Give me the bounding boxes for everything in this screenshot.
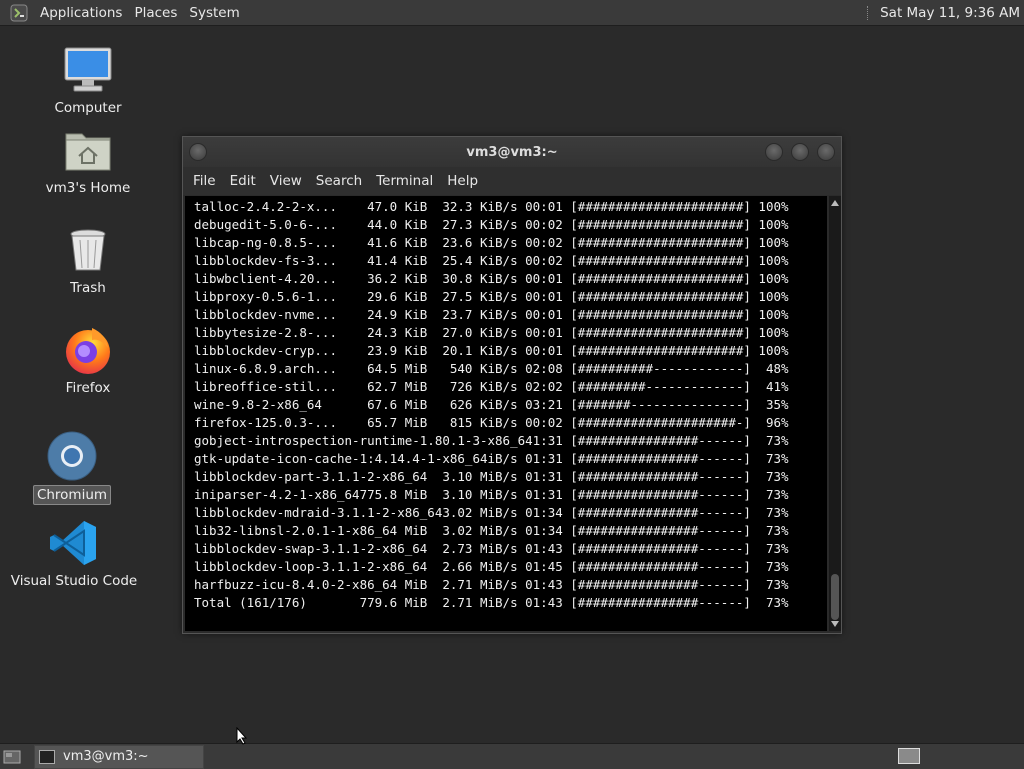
taskbar-button-label: vm3@vm3:~ — [63, 749, 149, 764]
menu-edit[interactable]: Edit — [223, 173, 263, 189]
top-panel: Applications Places System Sat May 11, 9… — [0, 0, 1024, 26]
desktop-icon-vscode[interactable]: Visual Studio Code — [11, 517, 137, 590]
scroll-thumb[interactable] — [831, 574, 839, 620]
terminal-line: talloc-2.4.2-2-x... 47.0 KiB 32.3 KiB/s … — [194, 199, 789, 214]
desktop-icon-label: Trash — [70, 280, 106, 296]
terminal-line: gtk-update-icon-cache-1:4.14.4-1-x86_64i… — [194, 451, 789, 466]
menu-view[interactable]: View — [263, 173, 309, 189]
desktop-icon-chromium[interactable]: Chromium — [17, 430, 127, 505]
places-menu[interactable]: Places — [128, 5, 183, 21]
terminal-line: libblockdev-part-3.1.1-2-x86_64 3.10 MiB… — [194, 469, 789, 484]
terminal-line: firefox-125.0.3-... 65.7 MiB 815 KiB/s 0… — [194, 415, 789, 430]
applications-logo-icon[interactable] — [8, 2, 30, 24]
vscode-icon — [48, 517, 100, 569]
desktop-icon-firefox[interactable]: Firefox — [33, 324, 143, 397]
desktop-icon-home[interactable]: vm3's Home — [33, 124, 143, 197]
terminal-line: lib32-libnsl-2.0.1-1-x86_64 MiB 3.02 MiB… — [194, 523, 789, 538]
trash-icon — [62, 224, 114, 276]
menu-terminal[interactable]: Terminal — [369, 173, 440, 189]
menu-file[interactable]: File — [187, 173, 223, 189]
terminal-line: libcap-ng-0.8.5-... 41.6 KiB 23.6 KiB/s … — [194, 235, 789, 250]
terminal-line: Total (161/176) 779.6 MiB 2.71 MiB/s 01:… — [194, 595, 789, 610]
terminal-line: libblockdev-swap-3.1.1-2-x86_64 2.73 MiB… — [194, 541, 789, 556]
close-button[interactable] — [817, 143, 835, 161]
workspace-switcher[interactable] — [898, 748, 920, 764]
terminal-menubar: File Edit View Search Terminal Help — [183, 167, 841, 195]
clock[interactable]: Sat May 11, 9:36 AM — [880, 5, 1024, 21]
desktop-icon-label: Chromium — [32, 485, 112, 505]
system-menu[interactable]: System — [183, 5, 245, 21]
scroll-up-arrow-icon[interactable] — [831, 200, 839, 206]
terminal-scrollbar[interactable] — [829, 196, 841, 631]
desktop-icon-label: vm3's Home — [45, 180, 131, 196]
desktop-icon-computer[interactable]: Computer — [33, 44, 143, 117]
terminal-line: libblockdev-nvme... 24.9 KiB 23.7 KiB/s … — [194, 307, 789, 322]
desktop-icon-label: Visual Studio Code — [10, 573, 138, 589]
mouse-cursor-icon — [236, 726, 248, 749]
terminal-line: libblockdev-fs-3... 41.4 KiB 25.4 KiB/s … — [194, 253, 789, 268]
scroll-down-arrow-icon[interactable] — [831, 621, 839, 627]
terminal-output[interactable]: talloc-2.4.2-2-x... 47.0 KiB 32.3 KiB/s … — [185, 196, 827, 631]
terminal-line: linux-6.8.9.arch... 64.5 MiB 540 KiB/s 0… — [194, 361, 789, 376]
terminal-line: wine-9.8-2-x86_64 67.6 MiB 626 KiB/s 03:… — [194, 397, 789, 412]
minimize-button[interactable] — [765, 143, 783, 161]
taskbar-button-terminal[interactable]: vm3@vm3:~ — [34, 744, 204, 769]
terminal-line: libbytesize-2.8-... 24.3 KiB 27.0 KiB/s … — [194, 325, 789, 340]
menu-search[interactable]: Search — [309, 173, 369, 189]
show-desktop-icon[interactable] — [2, 748, 22, 766]
desktop-icon-label: Computer — [54, 100, 122, 116]
terminal-icon — [39, 749, 55, 764]
computer-icon — [62, 44, 114, 96]
terminal-line: libblockdev-loop-3.1.1-2-x86_64 2.66 MiB… — [194, 559, 789, 574]
chromium-icon — [46, 430, 98, 482]
terminal-line: libwbclient-4.20... 36.2 KiB 30.8 KiB/s … — [194, 271, 789, 286]
applications-menu[interactable]: Applications — [34, 5, 128, 21]
terminal-line: harfbuzz-icu-8.4.0-2-x86_64 MiB 2.71 MiB… — [194, 577, 789, 592]
panel-separator — [867, 5, 872, 20]
terminal-line: libblockdev-cryp... 23.9 KiB 20.1 KiB/s … — [194, 343, 789, 358]
firefox-icon — [62, 324, 114, 376]
home-folder-icon — [62, 124, 114, 176]
window-menu-button[interactable] — [189, 143, 207, 161]
terminal-line: debugedit-5.0-6-... 44.0 KiB 27.3 KiB/s … — [194, 217, 789, 232]
terminal-window[interactable]: vm3@vm3:~ File Edit View Search Terminal… — [182, 136, 842, 634]
terminal-line: gobject-introspection-runtime-1.80.1-3-x… — [194, 433, 789, 448]
terminal-line: libreoffice-stil... 62.7 MiB 726 KiB/s 0… — [194, 379, 789, 394]
desktop-icon-label: Firefox — [65, 380, 111, 396]
window-title: vm3@vm3:~ — [466, 144, 558, 160]
maximize-button[interactable] — [791, 143, 809, 161]
menu-help[interactable]: Help — [440, 173, 485, 189]
window-titlebar[interactable]: vm3@vm3:~ — [183, 137, 841, 167]
terminal-line: libblockdev-mdraid-3.1.1-2-x86_643.02 Mi… — [194, 505, 789, 520]
bottom-panel: vm3@vm3:~ — [0, 743, 1024, 769]
terminal-lines: talloc-2.4.2-2-x... 47.0 KiB 32.3 KiB/s … — [185, 196, 827, 612]
terminal-line: iniparser-4.2-1-x86_64775.8 MiB 3.10 MiB… — [194, 487, 789, 502]
terminal-line: libproxy-0.5.6-1... 29.6 KiB 27.5 KiB/s … — [194, 289, 789, 304]
desktop-icon-trash[interactable]: Trash — [33, 224, 143, 297]
